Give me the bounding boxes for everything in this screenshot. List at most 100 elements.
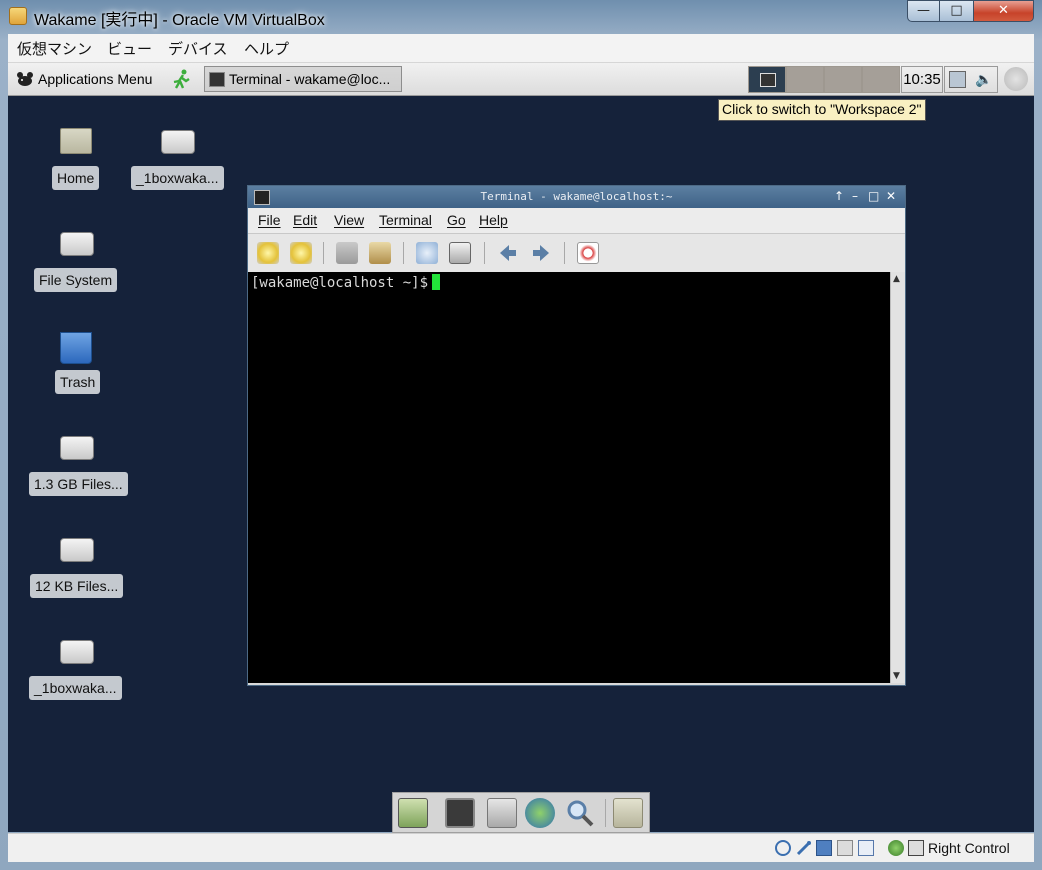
terminal-screen[interactable]: [wakame@localhost ~]$ — [248, 272, 890, 683]
desktop-icon-trash[interactable]: Trash — [28, 330, 128, 418]
taskbar-terminal-label: Terminal - wakame@loc... — [229, 71, 391, 87]
menu-devices[interactable]: デバイス — [168, 38, 228, 59]
paste-icon[interactable] — [369, 242, 391, 264]
drive-icon — [60, 538, 94, 562]
terminal-menubar: File Edit View Terminal Go Help — [248, 208, 905, 233]
scroll-up-arrow[interactable]: ▲ — [893, 274, 900, 284]
desktop-icon-home[interactable]: Home — [28, 126, 124, 214]
host-key-label: Right Control — [928, 840, 1010, 856]
run-program-icon[interactable] — [172, 69, 192, 89]
next-tab-icon[interactable] — [530, 242, 552, 264]
vbox-statusbar: Right Control — [8, 833, 1034, 862]
desktop-icon-1-3gb-filesystem[interactable]: 1.3 GB Files... — [28, 432, 128, 520]
home-folder-icon — [60, 128, 92, 154]
new-tab-icon[interactable] — [257, 242, 279, 264]
maximize-button[interactable]: □ — [939, 0, 974, 22]
terminal-cursor — [432, 274, 441, 290]
shared-folders-icon[interactable] — [837, 840, 853, 856]
desktop-icon-12kb-filesystem[interactable]: 12 KB Files... — [28, 534, 128, 622]
term-menu-file[interactable]: File — [258, 212, 281, 228]
web-browser-icon[interactable] — [525, 798, 555, 828]
toolbar-separator — [323, 242, 324, 264]
menu-machine[interactable]: 仮想マシン — [17, 38, 92, 59]
workspace-window-thumb — [760, 73, 776, 87]
desktop-icon-label: _1boxwaka... — [29, 676, 122, 700]
applications-menu-button[interactable]: Applications Menu — [14, 67, 152, 91]
mouse-integration-icon[interactable] — [888, 840, 904, 856]
workspace-4[interactable] — [862, 66, 900, 93]
workspace-tooltip: Click to switch to "Workspace 2" — [718, 99, 926, 121]
search-icon[interactable] — [565, 798, 595, 828]
preferences-icon[interactable] — [449, 242, 471, 264]
minimize-button[interactable]: — — [907, 0, 940, 22]
term-menu-go[interactable]: Go — [447, 212, 466, 228]
workspace-3[interactable] — [824, 66, 862, 93]
terminal-close-button[interactable]: ✕ — [886, 189, 896, 203]
folder-icon[interactable] — [613, 798, 643, 828]
desktop-icon-1boxwaka[interactable]: _1boxwaka... — [128, 126, 228, 214]
xfce-top-panel: Applications Menu Terminal - wakame@loc.… — [8, 63, 1034, 96]
workspace-1[interactable] — [748, 66, 786, 93]
terminal-maximize-button[interactable]: □ — [868, 189, 879, 203]
terminal-toolbar — [248, 233, 905, 273]
term-menu-view[interactable]: View — [334, 212, 364, 228]
scroll-down-arrow[interactable]: ▼ — [893, 671, 900, 681]
terminal-window: Terminal - wakame@localhost:~ ↑ – □ ✕ Fi… — [247, 185, 906, 686]
menu-help[interactable]: ヘルプ — [244, 38, 289, 59]
terminal-minimize-button[interactable]: – — [852, 189, 858, 203]
desktop-icon-label: Trash — [55, 370, 101, 394]
menu-view[interactable]: ビュー — [107, 38, 152, 59]
applications-menu-label: Applications Menu — [38, 71, 153, 87]
window-title: Wakame [実行中] - Oracle VM VirtualBox — [34, 12, 325, 29]
trash-icon — [60, 332, 92, 364]
terminal-scrollbar[interactable]: ▲ ▼ — [890, 272, 905, 683]
terminal-icon — [209, 72, 225, 87]
panel-clock[interactable]: 10:35 — [901, 66, 943, 93]
workspace-2[interactable] — [786, 66, 824, 93]
term-menu-terminal[interactable]: Terminal — [379, 212, 432, 228]
terminal-titlebar[interactable]: Terminal - wakame@localhost:~ ↑ – □ ✕ — [248, 186, 905, 208]
previous-tab-icon[interactable] — [497, 242, 519, 264]
term-menu-edit[interactable]: Edit — [293, 212, 317, 228]
stick-window-button[interactable]: ↑ — [834, 189, 844, 203]
virtualbox-window: Wakame [実行中] - Oracle VM VirtualBox — □ … — [0, 0, 1042, 870]
vbox-menubar: 仮想マシン ビュー デバイス ヘルプ — [8, 34, 1034, 63]
drive-icon — [161, 130, 195, 154]
usb-icon[interactable] — [796, 840, 812, 856]
virtualization-icon[interactable] — [858, 840, 874, 856]
term-menu-help[interactable]: Help — [479, 212, 508, 228]
optical-drive-icon[interactable] — [775, 840, 791, 856]
toolbar-separator — [564, 242, 565, 264]
toolbar-separator — [484, 242, 485, 264]
host-key-icon[interactable] — [908, 840, 924, 856]
fullscreen-icon[interactable] — [416, 242, 438, 264]
bottom-dock — [392, 792, 650, 833]
window-titlebar[interactable]: Wakame [実行中] - Oracle VM VirtualBox — □ … — [0, 0, 1042, 34]
harddisk-icon — [60, 232, 94, 256]
network-manager-icon[interactable] — [949, 71, 966, 88]
help-contents-icon[interactable] — [577, 242, 599, 264]
terminal-prompt: [wakame@localhost ~]$ — [251, 274, 441, 291]
copy-icon[interactable] — [336, 242, 358, 264]
volume-icon[interactable]: 🔈 — [975, 72, 992, 88]
desktop-icon-label: _1boxwaka... — [131, 166, 224, 190]
desktop-icon-file-system[interactable]: File System — [28, 228, 128, 316]
virtualbox-app-icon — [9, 7, 27, 25]
xfce-mouse-icon — [17, 72, 33, 86]
system-tray: 🔈 — [944, 66, 998, 93]
terminal-launcher-icon[interactable] — [445, 798, 475, 828]
network-icon[interactable] — [816, 840, 832, 856]
desktop-icon-label: File System — [34, 268, 118, 292]
desktop-icon-label: Home — [52, 166, 100, 190]
drive-icon — [60, 640, 94, 664]
terminal-title: Terminal - wakame@localhost:~ — [480, 190, 673, 203]
show-desktop-icon[interactable] — [398, 798, 428, 828]
new-window-icon[interactable] — [290, 242, 312, 264]
toolbar-separator — [403, 242, 404, 264]
close-button[interactable]: ✕ — [973, 0, 1034, 22]
desktop-icon-label: 12 KB Files... — [30, 574, 124, 598]
file-manager-icon[interactable] — [487, 798, 517, 828]
panel-action-icon[interactable] — [1004, 67, 1028, 91]
desktop-icon-1boxwaka-2[interactable]: _1boxwaka... — [28, 636, 128, 724]
taskbar-terminal-button[interactable]: Terminal - wakame@loc... — [204, 66, 402, 92]
